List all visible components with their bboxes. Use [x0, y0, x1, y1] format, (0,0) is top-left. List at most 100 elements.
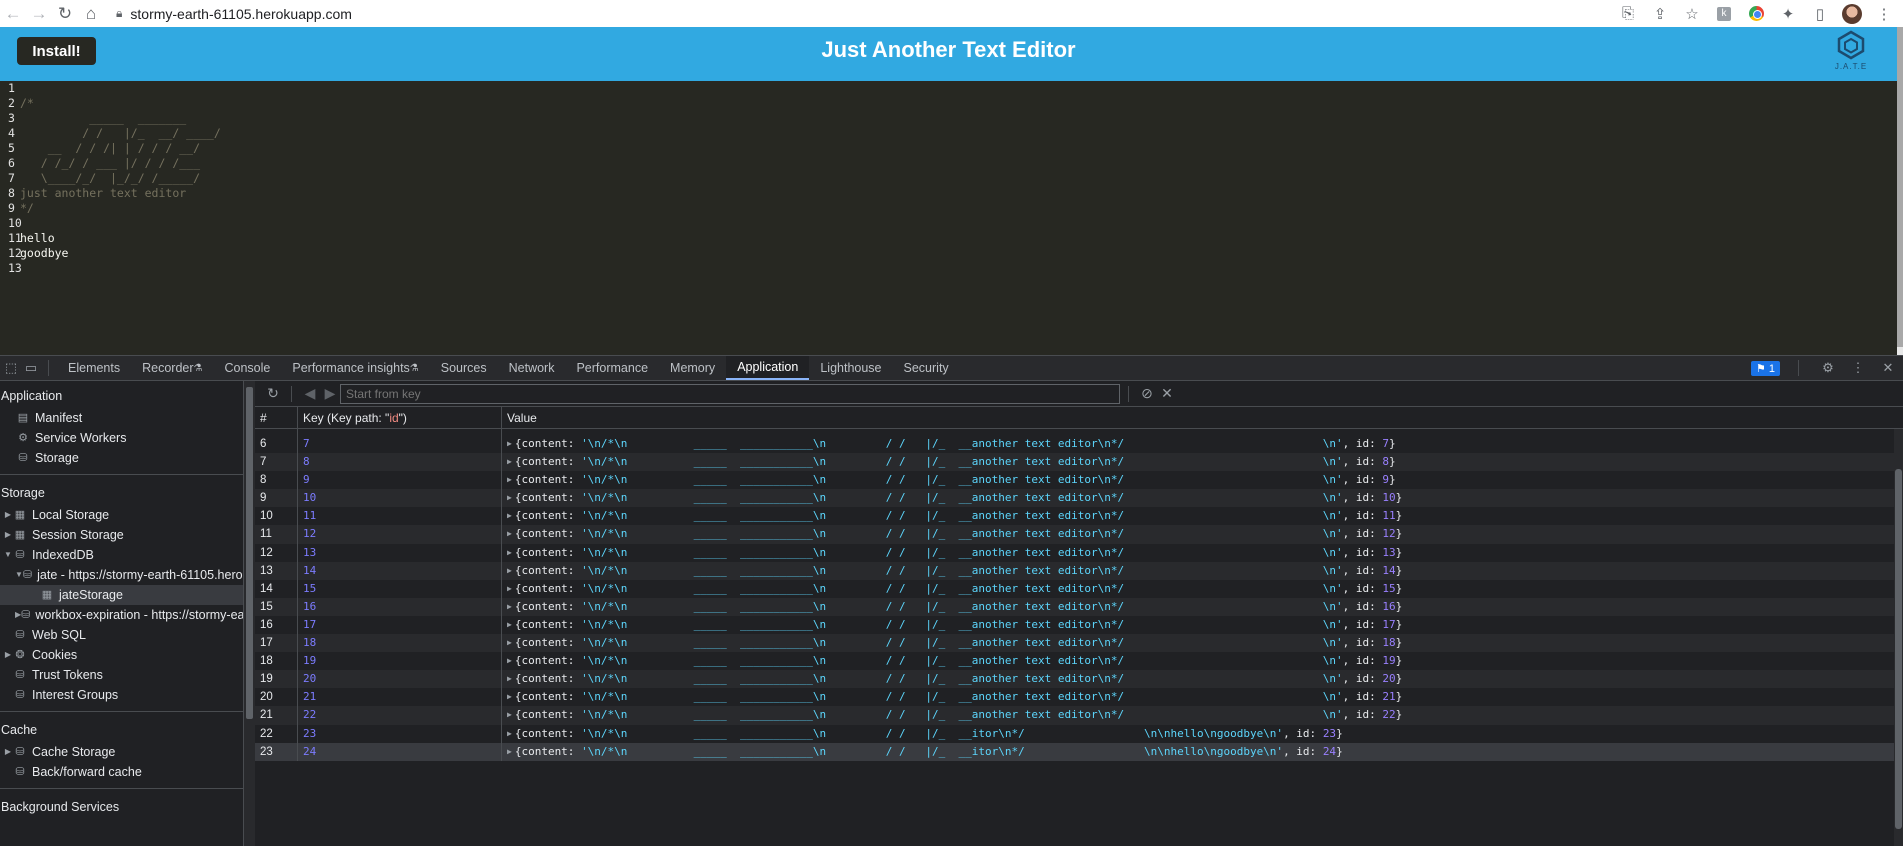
line-text[interactable]: goodbye — [20, 246, 68, 261]
table-row[interactable]: 14 15 ▶ {content: '\n/*\n _____ ___________… — [255, 579, 1903, 598]
tab-elements[interactable]: Elements — [57, 356, 131, 380]
table-row[interactable]: 21 22 ▶ {content: '\n/*\n _____ ___________… — [255, 706, 1903, 725]
value-cell[interactable]: ▶ {content: '\n/*\n _____ ___________\n /… — [502, 544, 1903, 562]
expand-triangle-icon[interactable]: ▶ — [507, 634, 512, 652]
refresh-icon[interactable]: ↻ — [263, 385, 283, 402]
table-row[interactable]: 20 21 ▶ {content: '\n/*\n _____ ___________… — [255, 688, 1903, 707]
expand-triangle-icon[interactable]: ▶ — [507, 725, 512, 743]
previous-page-icon[interactable]: ◀ — [300, 385, 320, 402]
line-text[interactable]: __ / / /| | / / / __/ — [20, 141, 200, 156]
extension-k-icon[interactable]: k — [1711, 3, 1737, 25]
editor-line[interactable]: 12 goodbye — [0, 246, 1897, 261]
line-text[interactable]: \____/_/ |_/_/ /_____/ — [20, 171, 200, 186]
expand-triangle-icon[interactable]: ▶ — [507, 507, 512, 525]
sidebar-item-jate-db[interactable]: ▼ ⛁ jate - https://stormy-earth-61105.hero… — [0, 565, 243, 585]
chrome-menu-icon[interactable]: ⋮ — [1871, 3, 1897, 25]
editor-line[interactable]: 5 __ / / /| | / / / __/ — [0, 141, 1897, 156]
expand-triangle-icon[interactable]: ▶ — [507, 544, 512, 562]
tab-security[interactable]: Security — [893, 356, 960, 380]
extensions-puzzle-icon[interactable]: ✦ — [1775, 3, 1801, 25]
value-cell[interactable]: ▶ {content: '\n/*\n _____ ___________\n /… — [502, 598, 1903, 616]
start-from-key-input[interactable] — [340, 383, 1120, 404]
clear-object-store-icon[interactable]: ⊘ — [1137, 385, 1157, 402]
expand-triangle-icon[interactable]: ▶ — [507, 580, 512, 598]
editor-line[interactable]: 11 hello — [0, 231, 1897, 246]
sidebar-item-service-workers[interactable]: ⚙ Service Workers — [0, 428, 243, 448]
editor-line[interactable]: 1 — [0, 81, 1897, 96]
back-arrow-icon[interactable]: ← — [0, 0, 26, 27]
page-scrollbar-thumb[interactable] — [1897, 27, 1903, 347]
sidebar-item-bf-cache[interactable]: ⛁ Back/forward cache — [0, 762, 243, 782]
device-toolbar-icon[interactable]: ▭ — [22, 359, 40, 377]
sidebar-scrollbar[interactable] — [243, 381, 255, 846]
table-row[interactable]: 15 16 ▶ {content: '\n/*\n _____ ___________… — [255, 597, 1903, 616]
line-text[interactable]: */ — [20, 201, 34, 216]
value-cell[interactable]: ▶ {content: '\n/*\n _____ ___________\n /… — [502, 489, 1903, 507]
sidebar-item-interest-groups[interactable]: ⛁ Interest Groups — [0, 685, 243, 705]
lock-icon[interactable]: 🔒︎ — [116, 6, 122, 21]
sidebar-item-web-sql[interactable]: ⛁ Web SQL — [0, 625, 243, 645]
value-cell[interactable]: ▶ {content: '\n/*\n _____ ___________\n /… — [502, 706, 1903, 724]
line-text[interactable]: hello — [20, 231, 55, 246]
line-text[interactable]: / / |/_ __/ ____/ — [20, 126, 221, 141]
inspect-element-icon[interactable]: ⬚ — [2, 359, 20, 377]
tab-performance[interactable]: Performance — [565, 356, 659, 380]
delete-selected-icon[interactable]: ✕ — [1157, 385, 1177, 402]
close-devtools-icon[interactable]: ✕ — [1879, 359, 1897, 377]
tab-application[interactable]: Application — [726, 356, 810, 380]
forward-arrow-icon[interactable]: → — [26, 0, 52, 27]
expand-triangle-icon[interactable]: ▶ — [507, 435, 512, 453]
collapse-triangle-icon[interactable]: ▼ — [15, 565, 23, 585]
sidebar-item-cache-storage[interactable]: ▶ ⛁ Cache Storage — [0, 742, 243, 762]
tab-console[interactable]: Console — [214, 356, 282, 380]
table-row[interactable]: 19 20 ▶ {content: '\n/*\n _____ ___________… — [255, 670, 1903, 689]
profile-avatar[interactable] — [1839, 3, 1865, 25]
chrome-extension-icon[interactable] — [1743, 3, 1769, 25]
editor-line[interactable]: 2 /* — [0, 96, 1897, 111]
sidebar-item-cookies[interactable]: ▶ ❂ Cookies — [0, 645, 243, 665]
value-cell[interactable]: ▶ {content: '\n/*\n _____ ___________\n /… — [502, 688, 1903, 706]
home-icon[interactable]: ⌂ — [78, 0, 104, 27]
table-row[interactable]: 16 17 ▶ {content: '\n/*\n _____ ___________… — [255, 615, 1903, 635]
line-text[interactable]: just another text editor — [20, 186, 186, 201]
expand-triangle-icon[interactable]: ▶ — [507, 670, 512, 688]
expand-triangle-icon[interactable]: ▶ — [507, 525, 512, 543]
table-row[interactable]: 9 10 ▶ {content: '\n/*\n _____ ___________\… — [255, 489, 1903, 508]
collapse-triangle-icon[interactable]: ▼ — [3, 545, 13, 565]
tab-sources[interactable]: Sources — [430, 356, 498, 380]
value-cell[interactable]: ▶ {content: '\n/*\n _____ ___________\n /… — [502, 580, 1903, 598]
expand-triangle-icon[interactable]: ▶ — [507, 489, 512, 507]
issues-badge[interactable]: ⚑ 1 — [1750, 360, 1780, 376]
table-row[interactable]: 18 19 ▶ {content: '\n/*\n _____ ___________… — [255, 652, 1903, 671]
expand-triangle-icon[interactable]: ▶ — [507, 688, 512, 706]
expand-triangle-icon[interactable]: ▶ — [3, 742, 13, 762]
expand-triangle-icon[interactable]: ▶ — [507, 652, 512, 670]
editor-line[interactable]: 3 _____ _______ — [0, 111, 1897, 126]
value-cell[interactable]: ▶ {content: '\n/*\n _____ ___________\n /… — [502, 435, 1903, 453]
expand-triangle-icon[interactable]: ▶ — [507, 453, 512, 471]
sidebar-item-session-storage[interactable]: ▶ ▦ Session Storage — [0, 525, 243, 545]
editor-line[interactable]: 9 */ — [0, 201, 1897, 216]
value-cell[interactable]: ▶ {content: '\n/*\n _____ ___________\n /… — [502, 743, 1903, 761]
table-row[interactable]: 23 24 ▶ {content: '\n/*\n _____ ___________… — [255, 742, 1903, 761]
table-row[interactable]: 10 11 ▶ {content: '\n/*\n _____ ___________… — [255, 507, 1903, 526]
expand-triangle-icon[interactable]: ▶ — [507, 743, 512, 761]
expand-triangle-icon[interactable]: ▶ — [3, 525, 13, 545]
value-cell[interactable]: ▶ {content: '\n/*\n _____ ___________\n /… — [502, 562, 1903, 580]
sidebar-item-jate-storage[interactable]: ▦ jateStorage — [0, 585, 243, 605]
line-text[interactable]: /* — [20, 96, 34, 111]
table-row[interactable]: 6 7 ▶ {content: '\n/*\n _____ ___________\n… — [255, 435, 1903, 454]
expand-triangle-icon[interactable]: ▶ — [3, 645, 13, 665]
editor-line[interactable]: 6 / /_/ / ___ |/ / / /___ — [0, 156, 1897, 171]
sidebar-item-manifest[interactable]: ▤ Manifest — [0, 408, 243, 428]
expand-triangle-icon[interactable]: ▶ — [507, 562, 512, 580]
table-row[interactable]: 7 8 ▶ {content: '\n/*\n _____ ___________\n… — [255, 453, 1903, 472]
table-row[interactable]: 22 23 ▶ {content: '\n/*\n _____ ___________… — [255, 724, 1903, 743]
address-bar[interactable]: stormy-earth-61105.herokuapp.com — [130, 6, 352, 22]
sidebar-item-trust-tokens[interactable]: ⛁ Trust Tokens — [0, 665, 243, 685]
line-text[interactable]: / /_/ / ___ |/ / / /___ — [20, 156, 200, 171]
value-cell[interactable]: ▶ {content: '\n/*\n _____ ___________\n /… — [502, 634, 1903, 652]
sidebar-item-local-storage[interactable]: ▶ ▦ Local Storage — [0, 505, 243, 525]
install-app-icon[interactable]: ⎘ — [1615, 3, 1641, 25]
sidebar-scrollbar-thumb[interactable] — [246, 387, 253, 719]
